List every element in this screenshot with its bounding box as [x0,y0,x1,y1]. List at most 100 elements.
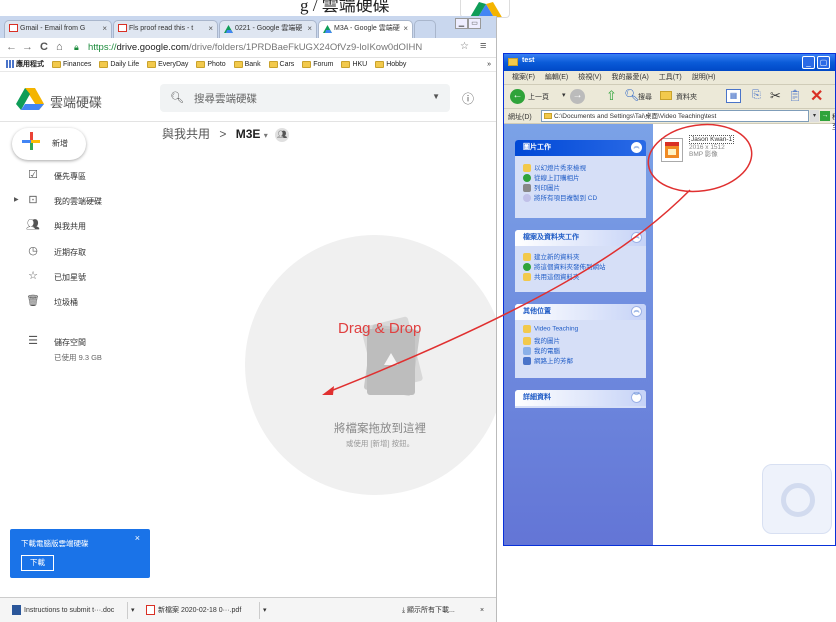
bookmark-everyday[interactable]: EveryDay [147,58,188,71]
bookmark-forum[interactable]: Forum [302,58,334,71]
task-share-folder[interactable]: 共用這個資料夾 [523,271,580,282]
bookmark-hku[interactable]: HKU [341,58,367,71]
bookmark-photo[interactable]: Photo [196,58,226,71]
tab-drive-0221[interactable]: 0221 - Google 雲端硬 × [219,20,317,38]
drive-logo-icon[interactable] [16,88,44,112]
task-publish-web[interactable]: 將這個資料夾發佈到網站 [523,261,606,272]
collapse-icon[interactable]: ︽ [631,306,642,317]
close-icon[interactable]: × [135,533,140,543]
menu-tools[interactable]: 工具(T) [659,71,682,85]
explorer-titlebar[interactable]: test _ ▢ [504,54,835,71]
tab-gmail[interactable]: Gmail - Email from G × [4,20,112,38]
show-all-downloads[interactable]: ⤓ 顯示所有下載... [402,603,455,619]
paste-icon[interactable]: 📋︎ [788,89,802,102]
place-my-computer[interactable]: 我的電腦 [523,345,560,356]
cut-icon[interactable]: ✂ [770,88,781,104]
collapse-icon[interactable]: ︽ [631,142,642,153]
explorer-address-field[interactable]: C:\Documents and Settings\Tai\桌面\Video T… [541,110,809,122]
menu-help[interactable]: 說明(H) [692,71,716,85]
close-icon[interactable]: × [208,21,213,37]
sidebar-item-shared[interactable]: 👥︎ 與我共用 [0,216,150,236]
tab-drive-m3a[interactable]: M3A - Google 雲端硬 × [318,20,413,38]
bookmark-finances[interactable]: Finances [51,58,91,71]
sidebar-item-storage[interactable]: ☰ 儲存空間 [0,332,150,352]
search-input[interactable]: 🔍︎ 搜尋雲端硬碟 ▼ [160,84,450,112]
back-button[interactable]: 上一頁 [528,92,549,102]
sidebar-item-recent[interactable]: ◷ 近期存取 [0,242,150,262]
breadcrumb-parent[interactable]: 與我共用 [162,127,210,141]
home-icon[interactable]: ⌂ [56,41,63,53]
new-tab-button[interactable] [414,20,436,38]
forward-arrow-icon[interactable]: → [22,41,33,53]
place-network[interactable]: 網路上的芳鄰 [523,355,573,366]
star-bookmark-icon[interactable]: ☆ [460,41,469,52]
breadcrumb-current[interactable]: M3E [236,127,261,141]
bookmark-apps[interactable]: 應用程式 [6,58,44,71]
menu-favorites[interactable]: 我的最愛(A) [612,71,649,85]
menu-file[interactable]: 檔案(F) [512,71,535,85]
close-icon[interactable]: × [307,21,312,37]
file-item[interactable]: Jason Kwan-1 2016 x 1512 BMP 影像 [661,134,759,170]
chevron-down-icon[interactable]: ▾ [131,603,135,619]
place-video-teaching[interactable]: Video Teaching [523,325,578,333]
my-drive-icon: ⊡ [28,194,38,206]
download-button[interactable]: 下載 [21,555,54,571]
bookmark-cars[interactable]: Cars [268,58,294,71]
shared-folder-icon[interactable]: 👥︎ [275,127,290,142]
url-field[interactable]: https://drive.google.com/drive/folders/1… [88,41,453,55]
chevron-down-icon[interactable]: ▾ [810,110,819,122]
sidebar-item-trash[interactable]: 🗑︎ 垃圾桶 [0,292,150,312]
bookmarks-more[interactable]: » [487,58,491,71]
task-new-folder[interactable]: 建立新的資料夾 [523,251,580,262]
folders-button[interactable]: 資料夾 [676,92,697,102]
expand-arrow-icon[interactable]: ▶ [14,196,19,203]
restore-icon[interactable]: ▭ [468,18,481,29]
sidebar-item-my-drive[interactable]: ▶ ⊡ 我的雲端硬碟 [0,191,150,211]
sidebar-item-priority[interactable]: ☑ 優先專區 [0,166,150,186]
download-item-pdf[interactable]: 新檔案 2020-02-18 0···.pdf [146,603,241,619]
picture-tasks-header[interactable]: 圖片工作 [515,140,646,156]
minimize-icon[interactable]: _ [802,56,815,69]
place-my-pictures[interactable]: 我的圖片 [523,335,560,346]
new-button[interactable]: 新增 [12,128,86,160]
details-header[interactable]: 詳細資料 [515,390,646,406]
search-options-icon[interactable]: ▼ [432,92,440,101]
help-icon[interactable]: ⓘ [462,90,474,107]
back-arrow-icon[interactable]: ← [510,89,525,104]
bookmark-hobby[interactable]: Hobby [375,58,406,71]
close-icon[interactable]: × [102,21,107,37]
sidebar-item-starred[interactable]: ☆ 已加星號 [0,267,150,287]
task-slideshow[interactable]: 以幻燈片秀來檢視 [523,162,586,173]
chevron-down-icon[interactable]: ▾ [264,131,268,140]
minimize-icon[interactable]: ▁ [455,18,468,29]
tab-proofread[interactable]: Fls proof read this - t × [113,20,218,38]
bookmark-daily-life[interactable]: Daily Life [99,58,139,71]
go-button[interactable]: 移至 [832,112,835,132]
close-icon[interactable]: × [403,21,408,37]
download-item-doc[interactable]: Instructions to submit t···.doc [12,603,114,619]
forward-arrow-icon[interactable]: → [570,89,585,104]
task-copy-cd[interactable]: 將所有項目複製到 CD [523,192,597,203]
menu-edit[interactable]: 編輯(E) [545,71,568,85]
task-print[interactable]: 列印圖片 [523,182,560,193]
delete-icon[interactable]: ✕ [810,86,823,106]
copy-icon[interactable]: ⎘ [752,89,761,102]
search-button[interactable]: 搜尋 [638,92,652,102]
up-folder-icon[interactable]: ⇧ [606,88,617,104]
go-arrow-icon[interactable]: → [820,111,830,121]
collapse-icon[interactable]: ︽ [631,232,642,243]
file-tasks-header[interactable]: 檔案及資料夾工作 [515,230,646,246]
other-places-header[interactable]: 其他位置 [515,304,646,320]
close-icon[interactable]: × [480,603,484,619]
views-icon[interactable]: ▦ [726,89,741,103]
bookmark-bank[interactable]: Bank [233,58,261,71]
task-order-prints[interactable]: 從線上訂購相片 [523,172,580,183]
menu-view[interactable]: 檢視(V) [578,71,601,85]
chevron-down-icon[interactable]: ▾ [562,91,566,99]
reload-icon[interactable]: C [40,41,48,53]
back-arrow-icon[interactable]: ← [6,41,17,53]
chevron-down-icon[interactable]: ▾ [263,603,267,619]
maximize-icon[interactable]: ▢ [817,56,830,69]
expand-icon[interactable]: ︾ [631,392,642,403]
menu-icon[interactable]: ≡ [480,40,486,52]
